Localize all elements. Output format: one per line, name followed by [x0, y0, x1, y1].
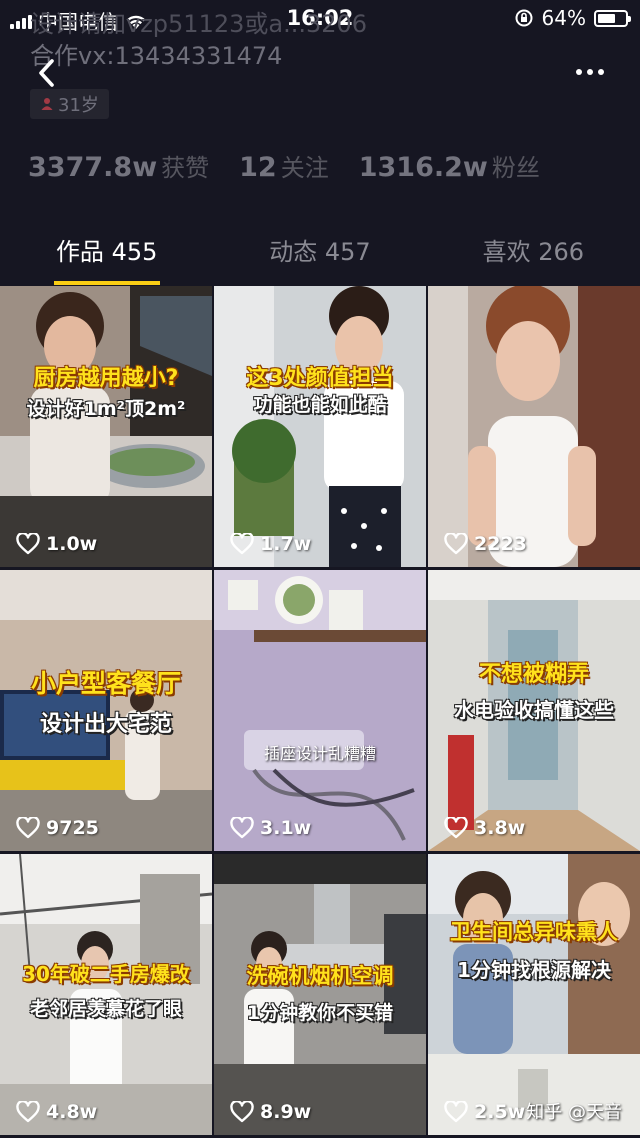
video-thumbnail[interactable]: 小户型客餐厅 设计出大宅范 9725 — [0, 570, 212, 851]
video-thumbnail[interactable]: 30年破二手房爆改 老邻居羡慕花了眼 4.8w — [0, 854, 212, 1135]
contact-text: 合作vx:13434331474 — [30, 42, 283, 70]
bathroom-scene — [428, 854, 640, 1135]
stat-label: 获赞 — [161, 154, 210, 182]
like-count-label: 3.1w — [260, 817, 312, 839]
stat-number: 12 — [239, 152, 277, 183]
like-count-label: 3.8w — [474, 817, 526, 839]
caption-line1: 不想被糊弄 — [478, 662, 589, 687]
appliance-scene — [214, 854, 426, 1135]
dot-icon — [598, 69, 604, 75]
rotation-lock-icon — [515, 9, 533, 27]
caption-line1: 这3处颜值担当 — [246, 366, 394, 391]
age-label: 31岁 — [58, 95, 99, 116]
socket-scene — [214, 570, 426, 851]
like-count-label: 1.0w — [46, 533, 98, 555]
heart-icon — [444, 817, 468, 839]
like-count: 4.8w — [16, 1101, 97, 1123]
video-thumbnail[interactable]: 卫生间总异味熏人 1分钟找根源解决 2.5w — [428, 854, 640, 1135]
caption-line2: 老邻居羡慕花了眼 — [29, 998, 182, 1020]
heart-icon — [230, 533, 254, 555]
heart-icon — [16, 533, 40, 555]
profile-tabs: 作品 455 动态 457 喜欢 266 — [0, 226, 640, 286]
like-count: 9725 — [16, 817, 99, 839]
caption-line2: 功能也能如此酷 — [253, 394, 387, 416]
back-button[interactable] — [32, 56, 62, 90]
video-thumbnail[interactable]: 插座设计乱糟糟 3.1w — [214, 570, 426, 851]
overlay-text: 设计请加vzp51123或a...3206 — [30, 10, 368, 38]
like-count: 1.7w — [230, 533, 311, 555]
caption-line2: 设计好1m²顶2m² — [26, 398, 186, 420]
video-thumbnail[interactable]: 洗碗机烟机空调 1分钟教你不买错 8.9w — [214, 854, 426, 1135]
stat-label: 关注 — [280, 154, 329, 182]
video-thumbnail[interactable]: 这3处颜值担当 功能也能如此酷 1.7w — [214, 286, 426, 567]
heart-icon — [444, 1101, 468, 1123]
heart-icon — [230, 1101, 254, 1123]
caption-line1: 小户型客餐厅 — [30, 669, 181, 698]
chevron-left-icon — [39, 59, 54, 87]
video-grid: 厨房越用越小? 设计好1m²顶2m² 1.0w 这3处颜值担当 功能也能如此酷 … — [0, 286, 640, 1135]
heart-icon — [444, 533, 468, 555]
caption-line1: 洗碗机烟机空调 — [246, 964, 394, 988]
stat-likes[interactable]: 3377.8w 获赞 — [28, 148, 209, 183]
stat-number: 1316.2w — [358, 152, 488, 183]
kitchen-scene — [0, 286, 212, 567]
like-count: 2.5w — [444, 1101, 525, 1123]
like-count: 3.8w — [444, 817, 525, 839]
decor-scene — [214, 286, 426, 567]
watermark: 知乎 @天音 — [526, 1102, 622, 1123]
stat-followers[interactable]: 1316.2w 粉丝 — [359, 148, 540, 183]
female-icon — [41, 98, 53, 110]
like-count: 8.9w — [230, 1101, 311, 1123]
heart-icon — [230, 817, 254, 839]
stat-label: 粉丝 — [491, 154, 540, 182]
tab-likes[interactable]: 喜欢 266 — [427, 226, 640, 286]
caption-line2: 水电验收搞懂这些 — [454, 698, 614, 722]
like-count-label: 4.8w — [46, 1101, 98, 1123]
video-thumbnail[interactable]: 不想被糊弄 水电验收搞懂这些 3.8w — [428, 570, 640, 851]
portrait-scene — [428, 286, 640, 567]
caption-line1: 厨房越用越小? — [33, 366, 179, 391]
caption-line1: 卫生间总异味熏人 — [450, 920, 618, 944]
tab-works[interactable]: 作品 455 — [0, 226, 213, 286]
like-count-label: 1.7w — [260, 533, 312, 555]
dot-icon — [587, 69, 593, 75]
video-thumbnail[interactable]: 厨房越用越小? 设计好1m²顶2m² 1.0w — [0, 286, 212, 567]
like-count: 2223 — [444, 533, 527, 555]
caption-line1: 30年破二手房爆改 — [22, 962, 190, 986]
caption-line2: 设计出大宅范 — [39, 712, 172, 737]
like-count: 1.0w — [16, 533, 97, 555]
heart-icon — [16, 817, 40, 839]
battery-icon — [594, 9, 631, 27]
stat-number: 3377.8w — [28, 152, 158, 183]
heart-icon — [16, 1101, 40, 1123]
like-count-label: 2.5w — [474, 1101, 526, 1123]
battery-percent: 64% — [541, 6, 586, 30]
more-button[interactable] — [570, 58, 610, 86]
like-count-label: 2223 — [474, 533, 527, 555]
caption-line2: 1分钟教你不买错 — [246, 1002, 394, 1024]
caption-line2: 1分钟找根源解决 — [457, 958, 611, 982]
age-badge: 31岁 — [30, 89, 109, 119]
tab-dynamics[interactable]: 动态 457 — [213, 226, 426, 286]
profile-stats: 3377.8w 获赞 12 关注 1316.2w 粉丝 — [28, 148, 540, 183]
caption-line1: 插座设计乱糟糟 — [263, 744, 376, 763]
like-count: 3.1w — [230, 817, 311, 839]
like-count-label: 9725 — [46, 817, 99, 839]
video-thumbnail[interactable]: 2223 — [428, 286, 640, 567]
like-count-label: 8.9w — [260, 1101, 312, 1123]
status-right: 64% — [514, 6, 631, 30]
stat-following[interactable]: 12 关注 — [239, 148, 329, 183]
dot-icon — [576, 69, 582, 75]
